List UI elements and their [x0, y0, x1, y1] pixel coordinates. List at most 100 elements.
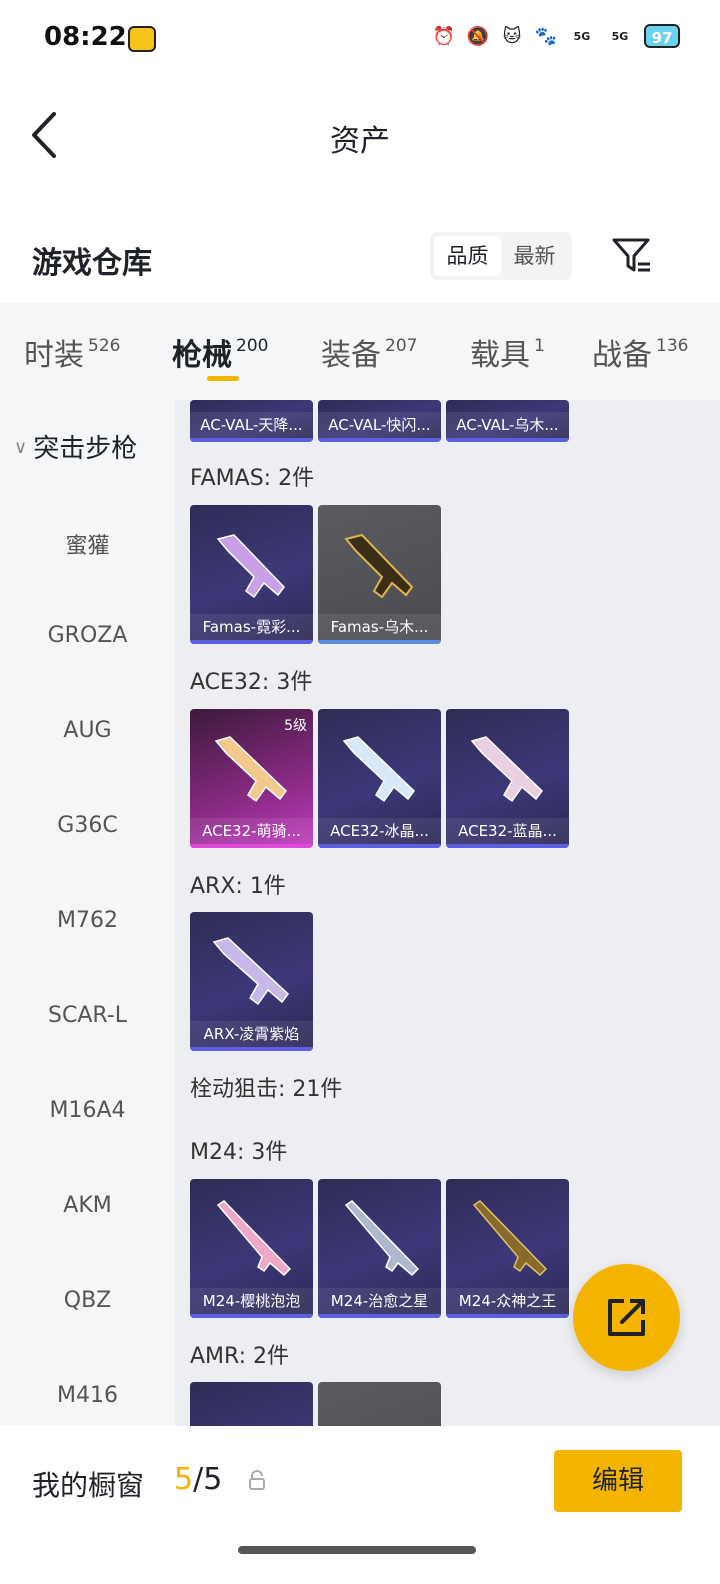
- rarity-bar: [190, 1314, 313, 1318]
- wifi-paw-icon: 🐾: [534, 25, 558, 47]
- external-link-icon: [608, 1299, 645, 1336]
- weapon-card-label: Famas-乌木...: [318, 614, 441, 640]
- status-bar: 08:22 ⏰ 🔕 🐱 🐾 5G 5G 97: [0, 0, 720, 80]
- rifle-icon: [342, 736, 415, 803]
- weapon-card[interactable]: ARX-凌霄紫焰: [190, 912, 313, 1051]
- tab-fashion[interactable]: 时装 526: [24, 330, 120, 374]
- warehouse-header: 游戏仓库 品质 最新: [0, 220, 720, 296]
- weapon-card-label: ACE32-蓝晶...: [446, 818, 569, 844]
- status-time: 08:22: [44, 22, 127, 52]
- rifle-icon: [344, 533, 414, 599]
- weapon-card-label: M24-治愈之星: [318, 1288, 441, 1314]
- mute-icon: 🔕: [466, 25, 490, 47]
- rifle-icon: [470, 736, 543, 803]
- status-icons: ⏰ 🔕 🐱 🐾 5G 5G 97: [432, 24, 680, 48]
- rarity-bar: [446, 844, 569, 848]
- showcase-count: 5/5: [174, 1462, 223, 1497]
- home-indicator[interactable]: [238, 1546, 476, 1554]
- showcase-bar: 我的橱窗 5/5 编辑: [0, 1426, 720, 1584]
- weapon-card[interactable]: M24-樱桃泡泡: [190, 1179, 313, 1318]
- weapon-group-title: FAMAS: 2件: [190, 466, 315, 491]
- sidebar-item[interactable]: M416: [0, 1383, 175, 1408]
- sidebar-category-assault-rifles[interactable]: ∨ 突击步枪: [14, 428, 137, 465]
- rarity-bar: [318, 640, 441, 644]
- share-button[interactable]: [573, 1264, 680, 1371]
- rarity-bar: [190, 844, 313, 848]
- weapon-card[interactable]: AC-VAL-天降...: [190, 400, 313, 442]
- weapon-card-label: M24-樱桃泡泡: [190, 1288, 313, 1314]
- weapon-card[interactable]: [318, 1382, 441, 1426]
- weapon-card-label: ARX-凌霄紫焰: [190, 1021, 313, 1047]
- tab-vehicles[interactable]: 载具 1: [470, 330, 545, 374]
- weapon-card[interactable]: M24-众神之王: [446, 1179, 569, 1318]
- battery-icon: 97: [644, 24, 680, 48]
- sidebar-item[interactable]: SCAR-L: [0, 1003, 175, 1028]
- weapon-group-title: ARX: 1件: [190, 874, 286, 899]
- rarity-bar: [190, 1047, 313, 1051]
- page-header: 资产: [0, 90, 720, 180]
- tab-equipment[interactable]: 装备 207: [321, 330, 417, 374]
- weapon-type-sidebar: ∨ 突击步枪 蜜獾 GROZA AUG G36C M762 SCAR-L M16A…: [0, 400, 175, 1426]
- weapon-category-title: 栓动狙击: 21件: [190, 1077, 343, 1102]
- rarity-bar: [190, 640, 313, 644]
- sort-latest-button[interactable]: 最新: [501, 236, 568, 276]
- rarity-bar: [318, 1314, 441, 1318]
- weapon-group-title: AMR: 2件: [190, 1344, 290, 1369]
- weapon-card[interactable]: AC-VAL-乌木...: [446, 400, 569, 442]
- rarity-bar: [446, 438, 569, 442]
- signal-icon: 5G: [611, 29, 629, 43]
- warehouse-title: 游戏仓库: [32, 246, 152, 281]
- sidebar-item[interactable]: AKM: [0, 1193, 175, 1218]
- page-title: 资产: [330, 124, 390, 159]
- sniper-icon: [472, 1200, 548, 1277]
- weapon-group-title: M24: 3件: [190, 1140, 288, 1165]
- chevron-down-icon: ∨: [14, 437, 28, 458]
- tab-supplies[interactable]: 战备 136: [592, 330, 688, 374]
- sidebar-item[interactable]: M762: [0, 908, 175, 933]
- weapon-card[interactable]: ACE32-冰晶...: [318, 709, 441, 848]
- rifle-icon: [212, 937, 290, 1006]
- sniper-icon: [344, 1200, 420, 1277]
- sort-toggle: 品质 最新: [430, 232, 572, 280]
- rarity-bar: [318, 844, 441, 848]
- signal-icon: 5G: [573, 29, 591, 43]
- weapon-card-label: AC-VAL-天降...: [190, 412, 313, 438]
- weapon-card[interactable]: ACE32-蓝晶...: [446, 709, 569, 848]
- app-notification-icon: [128, 26, 156, 52]
- tab-count: 136: [656, 336, 689, 356]
- active-tab-indicator: [207, 376, 239, 381]
- tab-count: 526: [88, 336, 121, 356]
- weapon-card-label: M24-众神之王: [446, 1288, 569, 1314]
- sort-quality-button[interactable]: 品质: [434, 236, 501, 276]
- sidebar-item[interactable]: AUG: [0, 718, 175, 743]
- tab-count: 200: [236, 336, 269, 356]
- weapon-card[interactable]: 5级 ACE32-萌骑...: [190, 709, 313, 848]
- tab-firearms[interactable]: 枪械 200: [172, 330, 268, 374]
- rarity-bar: [446, 1314, 569, 1318]
- weapon-card[interactable]: M24-治愈之星: [318, 1179, 441, 1318]
- cat-icon: 🐱: [502, 25, 522, 47]
- tab-count: 1: [534, 336, 545, 356]
- rifle-icon: [216, 534, 285, 599]
- sniper-icon: [216, 1200, 292, 1277]
- lock-icon: [249, 1470, 265, 1490]
- filter-icon[interactable]: [608, 232, 656, 280]
- rifle-icon: [214, 736, 287, 803]
- rarity-bar: [190, 438, 313, 442]
- edit-button[interactable]: 编辑: [554, 1450, 682, 1512]
- weapon-card-label: ACE32-萌骑...: [190, 818, 313, 844]
- weapon-group-title: ACE32: 3件: [190, 670, 313, 695]
- sidebar-item[interactable]: M16A4: [0, 1098, 175, 1123]
- category-tabs: 时装 526 枪械 200 装备 207 载具 1 战备 136: [0, 302, 720, 400]
- weapon-card[interactable]: [190, 1382, 313, 1426]
- weapon-card-label: AC-VAL-快闪...: [318, 412, 441, 438]
- weapon-card[interactable]: Famas-乌木...: [318, 505, 441, 644]
- weapon-card[interactable]: Famas-霓彩...: [190, 505, 313, 644]
- weapon-card[interactable]: AC-VAL-快闪...: [318, 400, 441, 442]
- sidebar-item[interactable]: G36C: [0, 813, 175, 838]
- sidebar-item[interactable]: 蜜獾: [0, 528, 175, 560]
- alarm-icon: ⏰: [432, 25, 456, 47]
- showcase-label: 我的橱窗: [32, 1469, 145, 1502]
- sidebar-item[interactable]: GROZA: [0, 623, 175, 648]
- sidebar-item[interactable]: QBZ: [0, 1288, 175, 1313]
